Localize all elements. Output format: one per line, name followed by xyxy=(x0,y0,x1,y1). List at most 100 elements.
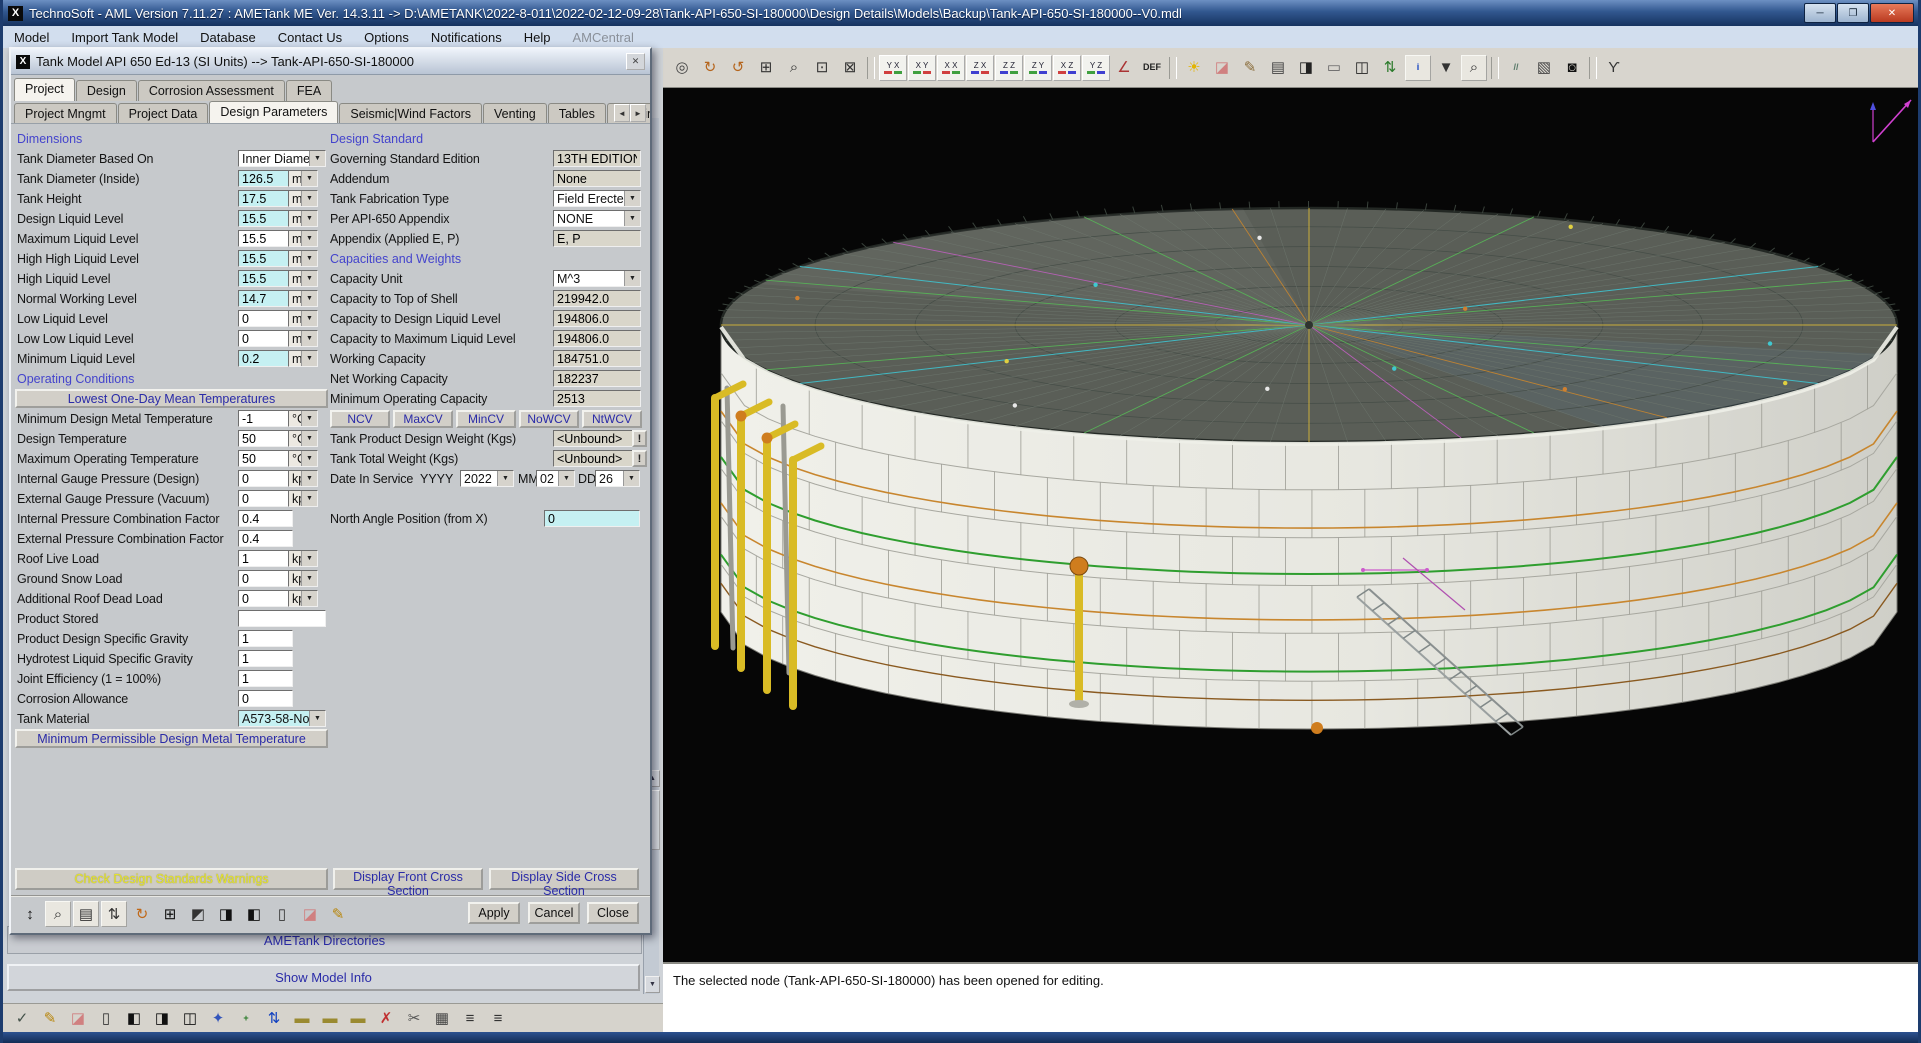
break-link-icon[interactable]: ✗ xyxy=(373,1005,399,1031)
addendum-field[interactable] xyxy=(553,170,641,187)
appendix-applied-e-p-field[interactable] xyxy=(553,230,641,247)
confirm-icon[interactable]: ✓ xyxy=(9,1005,35,1031)
edit-pencil-icon[interactable]: ✎ xyxy=(325,901,351,927)
3d-viewport[interactable] xyxy=(663,88,1921,962)
ground-snow-load-unit-select[interactable]: kpa xyxy=(288,570,318,587)
dropdown-arrow-icon[interactable] xyxy=(624,271,640,286)
view-axis-free-icon[interactable]: ∠ xyxy=(1111,55,1137,81)
dropdown-arrow-icon[interactable] xyxy=(624,211,640,226)
view-xy-icon[interactable]: X Y xyxy=(908,55,936,81)
dropdown-arrow-icon[interactable] xyxy=(624,191,640,206)
menu-database[interactable]: Database xyxy=(189,28,267,47)
view-yx-icon[interactable]: Y X xyxy=(879,55,907,81)
pane-right-dark-icon[interactable]: ◨ xyxy=(149,1005,175,1031)
dropdown-arrow-icon[interactable] xyxy=(301,591,317,606)
dropdown-arrow-icon[interactable] xyxy=(301,551,317,566)
pane-corner-icon[interactable]: ◩ xyxy=(185,901,211,927)
tab-scroll-left-icon[interactable] xyxy=(614,104,630,122)
tab-scroll-right-icon[interactable] xyxy=(630,104,646,122)
pane-right-dark-icon[interactable]: ◨ xyxy=(213,901,239,927)
eraser-icon[interactable]: ◪ xyxy=(65,1005,91,1031)
pane-split-icon[interactable]: ◫ xyxy=(177,1005,203,1031)
date-month-select[interactable]: 02 xyxy=(536,470,575,487)
subtab-venting[interactable]: Venting xyxy=(483,103,547,123)
dialog-close-icon[interactable] xyxy=(626,53,645,70)
tab-corrosion-assessment[interactable]: Corrosion Assessment xyxy=(138,80,285,101)
zoom-window-icon[interactable]: ⊡ xyxy=(809,55,835,81)
tank-total-weight-kgs-field[interactable] xyxy=(553,450,641,467)
capacity-to-design-liquid-level-field[interactable] xyxy=(553,310,641,327)
swap-vertical-icon[interactable]: ⇅ xyxy=(101,901,127,927)
grid-icon[interactable]: ⊞ xyxy=(157,901,183,927)
view-xx-icon[interactable]: X X xyxy=(937,55,965,81)
date-day-select[interactable]: 26 xyxy=(595,470,640,487)
working-capacity-field[interactable] xyxy=(553,350,641,367)
subtab-seismic-wind-factors[interactable]: Seismic|Wind Factors xyxy=(339,103,482,123)
capacity-unit-select[interactable]: M^3 xyxy=(553,270,641,287)
brightness-icon[interactable]: ☀ xyxy=(1181,55,1207,81)
menu-options[interactable]: Options xyxy=(353,28,420,47)
product-stored-field[interactable] xyxy=(238,610,326,627)
copy-pages-icon[interactable]: ▤ xyxy=(1265,55,1291,81)
display-side-cross-section-button[interactable]: Display Side Cross Section xyxy=(489,868,639,890)
menu-import-tank-model[interactable]: Import Tank Model xyxy=(60,28,189,47)
weld-seam2-icon[interactable]: ▬ xyxy=(317,1005,343,1031)
view-zy-icon[interactable]: Z Y xyxy=(1024,55,1052,81)
dropdown-arrow-icon[interactable] xyxy=(558,471,574,486)
dropdown-arrow-icon[interactable]: ▼ xyxy=(1433,55,1459,81)
default-view-button[interactable]: DEF xyxy=(1139,55,1165,81)
additional-roof-dead-load-field[interactable] xyxy=(238,590,293,607)
rotate-cw-icon[interactable]: ↻ xyxy=(697,55,723,81)
fit-view-icon[interactable]: ⊠ xyxy=(837,55,863,81)
menu-notifications[interactable]: Notifications xyxy=(420,28,513,47)
per-api-650-appendix-select[interactable]: NONE xyxy=(553,210,641,227)
tank-product-design-weight-kgs-unbound-button[interactable]: ! xyxy=(632,430,647,447)
swap-refresh-icon[interactable]: ⇅ xyxy=(1377,55,1403,81)
pan-grid-icon[interactable]: ⊞ xyxy=(753,55,779,81)
roof-live-load-field[interactable] xyxy=(238,550,293,567)
view-zx-icon[interactable]: Z X xyxy=(966,55,994,81)
pane-single-icon[interactable]: ▯ xyxy=(269,901,295,927)
cut-icon[interactable]: ✂ xyxy=(401,1005,427,1031)
list-icon[interactable]: ≡ xyxy=(457,1005,483,1031)
date-year-select[interactable]: 2022 xyxy=(460,470,514,487)
menu-contact-us[interactable]: Contact Us xyxy=(267,28,353,47)
tab-design[interactable]: Design xyxy=(76,80,137,101)
ntwcv-button[interactable]: NtWCV xyxy=(582,410,642,428)
scroll-down-icon[interactable] xyxy=(645,976,660,993)
subtab-project-mngmt[interactable]: Project Mngmt xyxy=(14,103,117,123)
pane-single-icon[interactable]: ▯ xyxy=(93,1005,119,1031)
blank-page-icon[interactable]: ▭ xyxy=(1321,55,1347,81)
rotate-ccw-icon[interactable]: ↺ xyxy=(725,55,751,81)
apply-button[interactable]: Apply xyxy=(468,902,520,924)
display-front-cross-section-button[interactable]: Display Front Cross Section xyxy=(333,868,483,890)
net-working-capacity-field[interactable] xyxy=(553,370,641,387)
search-icon[interactable]: ⌕ xyxy=(45,901,71,927)
minimum-permissible-design-metal-temperature-button[interactable]: Minimum Permissible Design Metal Tempera… xyxy=(15,729,328,748)
render-camera-icon[interactable]: ◙ xyxy=(1559,55,1585,81)
zoom-in-icon[interactable]: ⌕ xyxy=(781,55,807,81)
mouse-orbit-icon[interactable]: ◎ xyxy=(669,55,695,81)
info-icon[interactable]: i xyxy=(1405,55,1431,81)
ground-snow-load-field[interactable] xyxy=(238,570,293,587)
joint-efficiency-1-100-field[interactable] xyxy=(238,670,293,687)
dropdown-arrow-icon[interactable] xyxy=(623,471,639,486)
north-angle-position-from-x-field[interactable] xyxy=(544,510,640,527)
resize-vertical-icon[interactable]: ↕ xyxy=(17,901,43,927)
minimize-button[interactable] xyxy=(1804,3,1836,23)
eraser-icon[interactable]: ◪ xyxy=(297,901,323,927)
print-preview-icon[interactable]: ⌕ xyxy=(1461,55,1487,81)
pane-left-dark-icon[interactable]: ◧ xyxy=(121,1005,147,1031)
check-design-standards-warnings-button[interactable]: Check Design Standards Warnings xyxy=(15,868,328,890)
weld-seam3-icon[interactable]: ▬ xyxy=(345,1005,371,1031)
mincv-button[interactable]: MinCV xyxy=(456,410,516,428)
compass-icon[interactable]: ✦ xyxy=(205,1005,231,1031)
close-button[interactable] xyxy=(1870,3,1914,23)
layers-icon[interactable]: ◫ xyxy=(1349,55,1375,81)
subtab-project-data[interactable]: Project Data xyxy=(118,103,209,123)
menu-amcentral[interactable]: AMCentral xyxy=(561,28,644,47)
capacity-to-maximum-liquid-level-field[interactable] xyxy=(553,330,641,347)
dropdown-arrow-icon[interactable] xyxy=(309,711,325,726)
corrosion-allowance-field[interactable] xyxy=(238,690,293,707)
pane-left-dark-icon[interactable]: ◧ xyxy=(241,901,267,927)
